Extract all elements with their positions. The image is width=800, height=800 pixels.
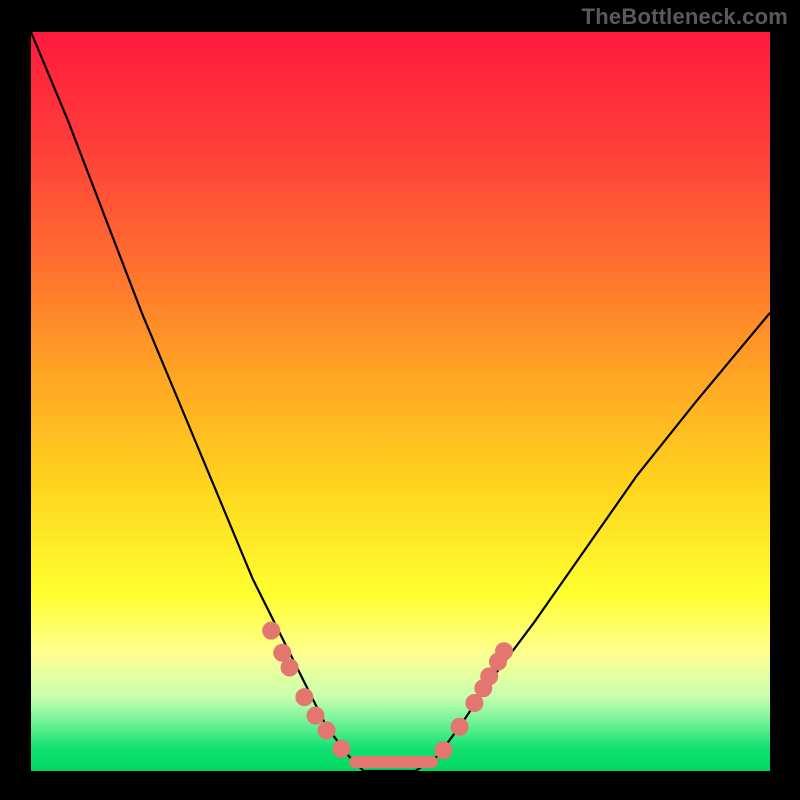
gradient-panel [31, 32, 770, 771]
watermark-text: TheBottleneck.com [582, 4, 788, 30]
chart-root: { "watermark": "TheBottleneck.com", "col… [0, 0, 800, 800]
